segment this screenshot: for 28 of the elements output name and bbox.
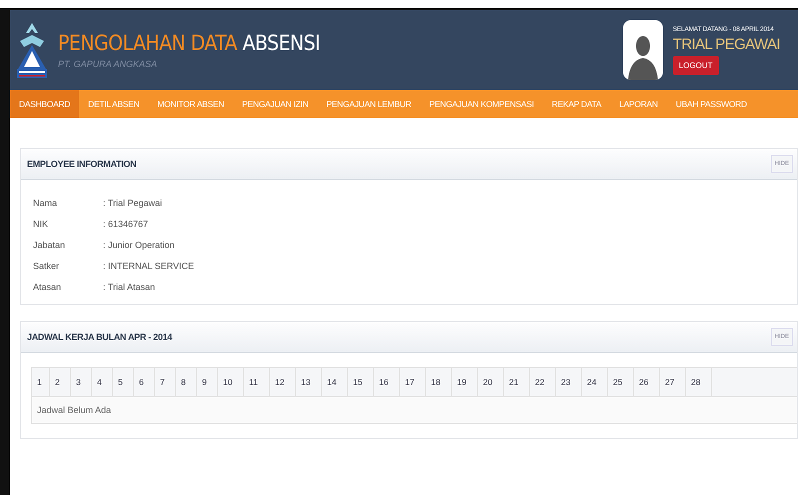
app-title: PENGOLAHAN DATA ABSENSI (58, 31, 322, 55)
field-value: : Trial Pegawai (103, 198, 164, 208)
panel-title: EMPLOYEE INFORMATION (27, 159, 136, 169)
panel-title: JADWAL KERJA BULAN APR - 2014 (27, 332, 172, 342)
table-cell: Jadwal Belum Ada (32, 396, 797, 423)
nav-item[interactable]: PENGAJUAN IZIN (233, 90, 318, 118)
nav-item[interactable]: PENGAJUAN LEMBUR (317, 90, 420, 118)
company-logo (16, 21, 48, 79)
nav-item[interactable]: UBAH PASSWORD (666, 90, 756, 118)
nav-item[interactable]: REKAP DATA (542, 90, 610, 118)
field-value: : INTERNAL SERVICE (103, 261, 196, 271)
field-value: : Junior Operation (103, 240, 176, 250)
field-value: : 61346767 (103, 219, 150, 229)
field-label: Atasan (33, 282, 62, 292)
field-label: Satker (33, 261, 60, 271)
avatar-icon (622, 20, 663, 80)
nav-item[interactable]: DETIL ABSEN (79, 90, 148, 118)
nav-item[interactable]: PENGAJUAN KOMPENSASI (420, 90, 543, 118)
field-value: : Trial Atasan (103, 282, 156, 292)
field-label: NIK (33, 219, 50, 229)
field-label: Nama (33, 198, 58, 208)
nav-item[interactable]: DASHBOARD (10, 90, 80, 118)
nav-item[interactable]: MONITOR ABSEN (148, 90, 234, 118)
company-name: PT. GAPURA ANGKASA (58, 59, 158, 69)
nav-item[interactable]: LAPORAN (610, 90, 667, 118)
user-name: TRIAL PEGAWAI (672, 36, 780, 54)
logout-button[interactable]: LOGOUT (672, 56, 719, 75)
field-label: Jabatan (33, 240, 66, 250)
